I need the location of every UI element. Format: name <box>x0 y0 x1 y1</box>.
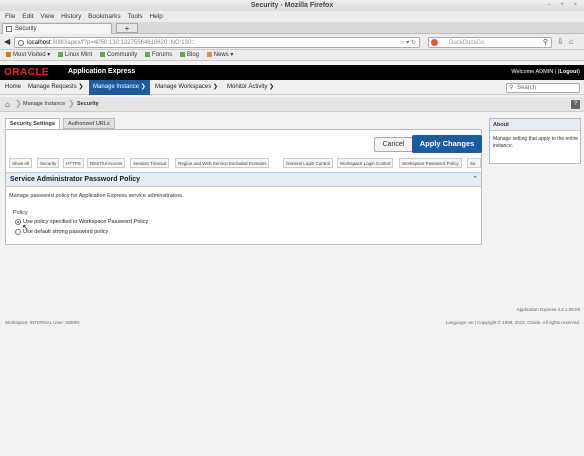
navigation-bar: ◀ localhost:8080/apex/f?p=4050:130:13275… <box>0 34 584 50</box>
subtab-https[interactable]: HTTPS <box>63 158 84 168</box>
about-title: About <box>490 119 580 131</box>
breadcrumb-manage-instance[interactable]: Manage Instance <box>23 101 65 107</box>
new-tab-button[interactable]: + <box>116 23 138 33</box>
menu-bar: File Edit View History Bookmarks Tools H… <box>0 11 584 22</box>
page-icon <box>6 26 12 32</box>
breadcrumb-separator-icon: ❯ <box>68 99 75 108</box>
about-panel: About Manage setting that apply to the e… <box>489 118 581 164</box>
window-titlebar: Security - Mozilla Firefox <box>0 0 584 11</box>
home-icon[interactable]: ⌂ <box>5 100 10 109</box>
mint-icon <box>144 51 150 57</box>
radio-default-strong-policy-label[interactable]: Use default strong password policy <box>23 229 108 235</box>
welcome-user: Welcome ADMIN <box>511 69 554 75</box>
logout-link[interactable]: Logout <box>560 69 579 75</box>
menu-help[interactable]: Help <box>149 11 162 22</box>
bookmark-forums[interactable]: Forums <box>144 50 172 61</box>
subtab-excluded-domains[interactable]: Region and Web Service Excluded Domains <box>175 158 270 168</box>
reload-icon[interactable]: ☆ ▾ ↻ <box>399 38 416 48</box>
menu-file[interactable]: File <box>5 11 15 22</box>
app-name: Application Express <box>68 68 136 75</box>
copyright-text: Language: en | Copyright © 1999, 2012, O… <box>445 320 580 325</box>
apex-search-input[interactable]: ⚲ Search <box>506 83 580 93</box>
url-host: localhost <box>27 40 51 46</box>
url-bar[interactable]: localhost:8080/apex/f?p=4050:130:1327556… <box>14 37 420 48</box>
welcome-text: Welcome ADMIN | (Logout) <box>511 69 580 75</box>
nav-manage-workspaces[interactable]: Manage Workspaces ❯ <box>151 80 222 95</box>
oracle-logo[interactable]: ORACLE <box>4 67 49 78</box>
bookmark-community[interactable]: Community <box>99 50 137 61</box>
breadcrumb-security: Security <box>77 101 99 107</box>
mouse-cursor-icon: ↖ <box>22 223 29 232</box>
back-arrow-icon[interactable]: ◀ <box>4 37 10 46</box>
mint-icon <box>179 51 185 57</box>
section-title: Service Administrator Password Policy <box>10 176 141 183</box>
menu-view[interactable]: View <box>40 11 54 22</box>
apex-header: ORACLE Application Express Welcome ADMIN… <box>0 65 584 80</box>
mint-icon <box>99 51 105 57</box>
bookmark-icon <box>6 51 11 57</box>
menu-history[interactable]: History <box>61 11 81 22</box>
chevron-up-icon[interactable]: ⌃ <box>472 175 478 183</box>
search-icon: ⚲ <box>509 85 514 91</box>
duckduckgo-icon <box>431 39 438 46</box>
cancel-button[interactable]: Cancel <box>374 137 413 152</box>
radio-workspace-policy-label[interactable]: Use policy specified in Workspace Passwo… <box>23 219 148 225</box>
main-panel: Cancel Apply Changes Show All Security H… <box>5 129 482 245</box>
section-header: Service Administrator Password Policy ⌃ <box>6 172 481 187</box>
help-icon[interactable]: ? <box>571 100 580 109</box>
globe-icon <box>18 40 24 46</box>
subtab-session-timeout[interactable]: Session Timeout <box>130 158 170 168</box>
download-home-icons[interactable]: ⇩⌂ <box>557 37 579 46</box>
nav-monitor-activity[interactable]: Monitor Activity ❯ <box>223 80 278 95</box>
search-placeholder: DuckDuckGo <box>449 40 485 46</box>
subtab-security[interactable]: Security <box>37 158 60 168</box>
search-engine-input[interactable]: DuckDuckGo ⚲ <box>428 37 552 48</box>
breadcrumb-separator-icon: ❯ <box>15 99 22 108</box>
apply-changes-button[interactable]: Apply Changes <box>412 135 482 153</box>
subtab-restful-access[interactable]: RESTful Access <box>87 158 126 168</box>
apex-search-placeholder: Search <box>517 85 537 91</box>
tab-security-settings[interactable]: Security Settings <box>5 118 60 129</box>
version-text: Application Express 4.2.1.00.08 <box>516 307 580 312</box>
url-path: :8080/apex/f?p=4050:130:13275564616620::… <box>50 40 195 46</box>
radio-workspace-policy[interactable] <box>15 219 21 225</box>
menu-tools[interactable]: Tools <box>127 11 142 22</box>
tab-security[interactable]: Security <box>2 23 112 34</box>
bookmarks-toolbar: Most Visited ▾ Linux Mint Community Foru… <box>0 50 584 61</box>
workspace-user-text: Workspace: INTERNAL User: ADMIN <box>5 320 80 325</box>
radio-default-strong-policy[interactable] <box>15 229 21 235</box>
menu-edit[interactable]: Edit <box>22 11 33 22</box>
about-text: Manage setting that apply to the entire … <box>493 136 579 149</box>
tab-bar: Security + <box>0 22 584 34</box>
tab-label: Security <box>15 26 37 32</box>
mint-icon <box>57 51 63 57</box>
bookmark-linux-mint[interactable]: Linux Mint <box>57 50 92 61</box>
section-description: Manage password policy for Application E… <box>9 193 184 199</box>
apex-nav: Home Manage Requests ❯ Manage Instance ❯… <box>0 80 584 95</box>
search-icon[interactable]: ⚲ <box>543 38 548 48</box>
window-title: Security - Mozilla Firefox <box>250 2 334 9</box>
subtab-overflow[interactable]: Se <box>467 158 481 168</box>
nav-manage-instance[interactable]: Manage Instance ❯ <box>89 80 150 95</box>
nav-manage-requests[interactable]: Manage Requests ❯ <box>24 80 87 95</box>
subtab-show-all[interactable]: Show All <box>9 158 33 168</box>
bookmark-blog[interactable]: Blog <box>179 50 199 61</box>
policy-label: Policy <box>13 210 28 216</box>
subtab-workspace-password-policy[interactable]: Workspace Password Policy <box>399 158 462 168</box>
tab-authorized-urls[interactable]: Authorized URLs <box>63 118 115 129</box>
breadcrumb: ⌂ ❯ Manage Instance ❯ Security ? <box>0 97 584 112</box>
bookmark-news[interactable]: News ▾ <box>206 50 233 61</box>
subtab-general-login-control[interactable]: General Login Control <box>283 158 334 168</box>
rss-icon <box>206 51 212 57</box>
bookmark-most-visited[interactable]: Most Visited ▾ <box>6 50 50 61</box>
subtab-workspace-login-control[interactable]: Workspace Login Control <box>337 158 394 168</box>
nav-home[interactable]: Home <box>1 80 25 95</box>
menu-bookmarks[interactable]: Bookmarks <box>88 11 121 22</box>
window-controls[interactable]: – + × <box>547 0 581 11</box>
